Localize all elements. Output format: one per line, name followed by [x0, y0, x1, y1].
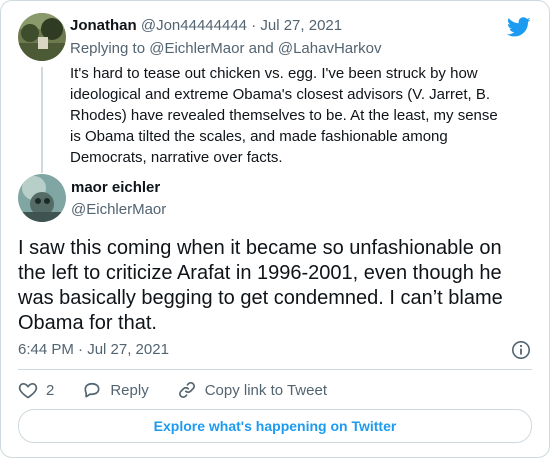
author-name[interactable]: maor eichler	[71, 179, 160, 196]
author-name[interactable]: Jonathan	[70, 17, 137, 34]
author-handle[interactable]: @Jon44444444	[141, 17, 247, 34]
parent-tweet-text: It's hard to tease out chicken vs. egg. …	[70, 65, 498, 166]
explore-twitter-button[interactable]: Explore what's happening on Twitter	[18, 409, 532, 443]
parent-tweet-header: Jonathan @Jon44444444 · Jul 27, 2021	[70, 17, 342, 34]
replying-to-user-link[interactable]: @LahavHarkov	[278, 40, 382, 57]
copy-link-button[interactable]: Copy link to Tweet	[177, 380, 327, 400]
author-handle[interactable]: @EichlerMaor	[71, 201, 166, 218]
replying-to-prefix: Replying to	[70, 40, 146, 57]
replying-to-line: Replying to @EichlerMaor and @LahavHarko…	[70, 40, 381, 57]
reply-label: Reply	[110, 381, 149, 399]
avatar-jonathan[interactable]	[18, 13, 66, 61]
reply-button[interactable]: Reply	[82, 380, 149, 400]
tweet-timestamp[interactable]: 6:44 PM · Jul 27, 2021	[18, 341, 169, 358]
link-icon	[178, 382, 195, 398]
tweet-actions: 2 Reply Copy link to Tweet	[18, 379, 355, 401]
replying-to-user-link[interactable]: @EichlerMaor	[149, 40, 244, 57]
heart-icon	[18, 382, 38, 399]
reply-bubble-icon	[84, 382, 100, 398]
like-button[interactable]: 2	[18, 380, 54, 400]
tweet-embed-card: Jonathan @Jon44444444 · Jul 27, 2021 Rep…	[0, 0, 550, 458]
tweet-date[interactable]: Jul 27, 2021	[260, 17, 342, 34]
replying-to-and: and	[248, 40, 274, 57]
twitter-bird-icon[interactable]	[507, 15, 531, 39]
divider	[18, 369, 532, 370]
info-icon[interactable]	[511, 340, 531, 360]
main-tweet-text: I saw this coming when it became so unfa…	[18, 237, 503, 334]
thread-connector-line	[41, 67, 43, 173]
separator-dot: ·	[251, 17, 257, 34]
avatar-maor-eichler[interactable]	[18, 174, 66, 222]
copy-link-label: Copy link to Tweet	[204, 381, 327, 399]
like-count: 2	[46, 381, 55, 399]
